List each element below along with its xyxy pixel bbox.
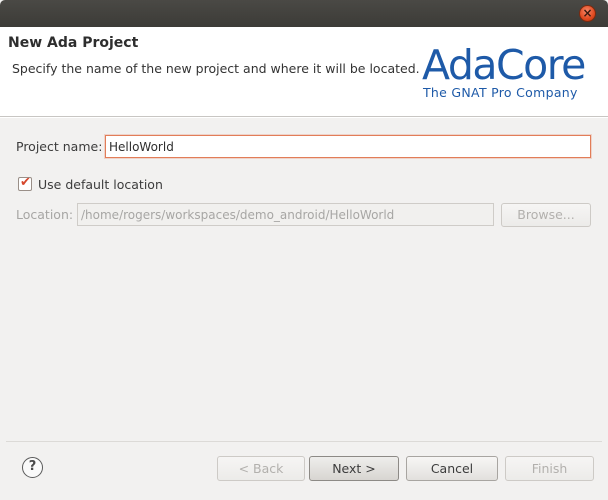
- use-default-location-checkbox[interactable]: ✔: [18, 175, 32, 191]
- page-description: Specify the name of the new project and …: [12, 61, 420, 76]
- adacore-logo: AdaCore The GNAT Pro Company: [420, 42, 595, 107]
- logo-tagline: The GNAT Pro Company: [423, 85, 578, 100]
- footer-divider: [6, 441, 602, 442]
- window-titlebar: ×: [0, 0, 608, 27]
- location-label: Location:: [16, 207, 74, 222]
- wizard-header: New Ada Project Specify the name of the …: [0, 27, 608, 117]
- next-button[interactable]: Next >: [309, 456, 399, 481]
- location-input[interactable]: [77, 203, 494, 226]
- header-divider: [0, 117, 608, 118]
- help-icon[interactable]: ?: [22, 457, 43, 478]
- logo-wordmark: AdaCore: [422, 41, 586, 89]
- page-title: New Ada Project: [8, 35, 139, 51]
- cancel-button[interactable]: Cancel: [406, 456, 498, 481]
- project-name-label: Project name:: [16, 139, 103, 154]
- checkmark-icon: ✔: [20, 175, 31, 190]
- browse-button[interactable]: Browse...: [501, 203, 591, 227]
- use-default-location-label[interactable]: Use default location: [38, 177, 163, 192]
- finish-button[interactable]: Finish: [505, 456, 594, 481]
- back-button[interactable]: < Back: [217, 456, 305, 481]
- project-name-input[interactable]: [105, 135, 591, 158]
- close-icon[interactable]: ×: [579, 5, 596, 22]
